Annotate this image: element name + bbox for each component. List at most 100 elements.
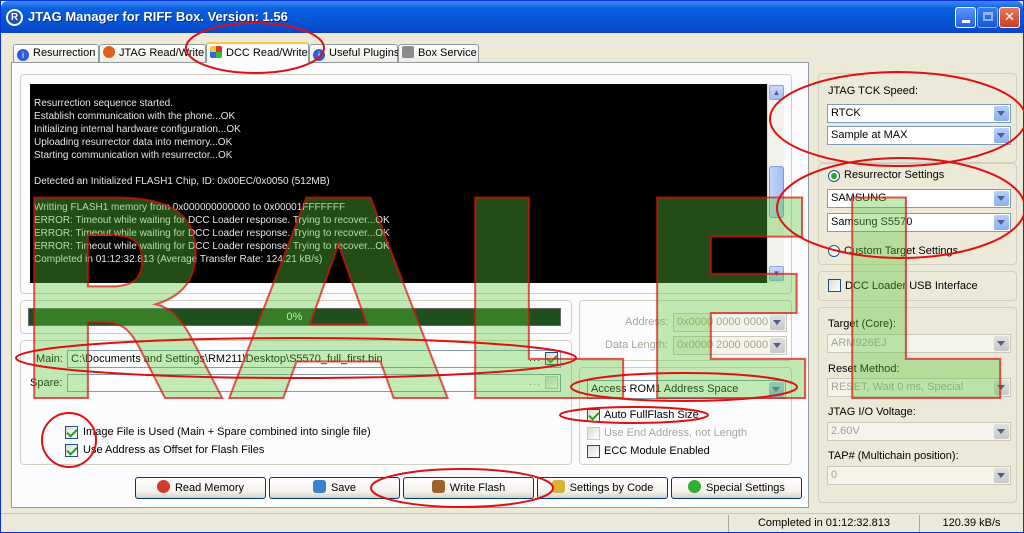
tab-label: DCC Read/Write [226, 47, 308, 59]
spare-file-checkbox[interactable] [545, 376, 558, 389]
io-voltage-select[interactable]: 2.60V [827, 422, 1011, 441]
data-length-field[interactable]: 0x0000 2000 0000 [673, 336, 787, 355]
dropdown-icon[interactable] [994, 468, 1009, 483]
log-console[interactable]: Resurrection sequence started. Establish … [30, 84, 767, 283]
image-file-used-label: Image File is Used (Main + Spare combine… [83, 426, 371, 438]
model-select[interactable]: Samsung S5570 [827, 213, 1011, 232]
dropdown-icon[interactable] [770, 315, 785, 330]
palette-icon [210, 46, 222, 58]
status-bar: Completed in 01:12:32.813 120.39 kB/s [1, 513, 1023, 532]
log-scrollbar[interactable]: ▲ ▼ [767, 84, 784, 283]
read-memory-button[interactable]: Read Memory [135, 477, 266, 499]
special-settings-button[interactable]: Special Settings [671, 477, 802, 499]
minimize-button[interactable] [955, 7, 976, 28]
resurrector-settings-radio[interactable] [828, 170, 840, 182]
use-address-offset-checkbox[interactable] [65, 444, 78, 457]
tab-jtag-read-write[interactable]: JTAG Read/Write [99, 44, 206, 62]
minimize-icon [961, 20, 970, 23]
close-icon: ✕ [1004, 9, 1015, 24]
maximize-button[interactable] [977, 7, 998, 28]
dropdown-icon[interactable] [994, 336, 1009, 351]
dropdown-icon[interactable] [994, 380, 1009, 395]
log-line: Resurrection sequence started. [34, 98, 173, 109]
address-value: 0x0000 0000 0000 [677, 316, 769, 328]
log-line: Establish communication with the phone..… [34, 111, 236, 122]
image-file-used-checkbox[interactable] [65, 426, 78, 439]
scroll-up-icon[interactable]: ▲ [769, 85, 784, 100]
settings-code-icon [551, 480, 565, 493]
info-icon: i [313, 49, 325, 61]
tap-select[interactable]: 0 [827, 466, 1011, 485]
save-icon [312, 480, 326, 493]
dropdown-icon[interactable] [769, 382, 784, 397]
dropdown-icon[interactable] [994, 128, 1009, 143]
dropdown-icon[interactable] [994, 215, 1009, 230]
title-bar[interactable]: R JTAG Manager for RIFF Box. Version: 1.… [1, 1, 1023, 33]
log-line: Detected an Initialized FLASH1 Chip, ID:… [34, 176, 330, 187]
main-file-checkbox[interactable] [545, 352, 558, 365]
log-line: Initializing internal hardware configura… [34, 124, 241, 135]
main-browse-button[interactable]: ... [529, 352, 541, 364]
use-end-address-checkbox[interactable] [587, 427, 600, 440]
auto-fullflash-checkbox[interactable] [587, 409, 600, 422]
progress-bar: 0% [28, 308, 561, 326]
tab-label: Box Service [418, 47, 477, 59]
model-value: Samsung S5570 [831, 216, 913, 228]
right-settings-panel: JTAG TCK Speed: RTCK Sample at MAX Resur… [813, 67, 1017, 508]
address-field[interactable]: 0x0000 0000 0000 [673, 313, 787, 332]
address-space-select[interactable]: Access ROM1 Address Space [587, 380, 786, 399]
save-button[interactable]: Save [269, 477, 400, 499]
target-core-value: ARM926EJ [831, 337, 887, 349]
tab-box-service[interactable]: Box Service [398, 44, 479, 62]
status-transfer-rate: 120.39 kB/s [919, 515, 1023, 532]
special-settings-icon [688, 480, 702, 493]
reset-method-select[interactable]: RESET, Wait 0 ms, Special [827, 378, 1011, 397]
main-file-input[interactable]: C:\Documents and Settings\RM211\Desktop\… [67, 350, 561, 368]
tab-label: Resurrection [33, 47, 96, 59]
tck-speed-select[interactable]: RTCK [827, 104, 1011, 123]
target-core-select[interactable]: ARM926EJ [827, 334, 1011, 353]
main-file-path: C:\Documents and Settings\RM211\Desktop\… [71, 353, 383, 365]
tab-useful-plugins[interactable]: i Useful Plugins [309, 44, 399, 62]
window-title: JTAG Manager for RIFF Box. Version: 1.56 [28, 9, 288, 24]
spare-browse-button[interactable]: ... [529, 376, 541, 388]
special-settings-label: Special Settings [706, 482, 785, 494]
dropdown-icon[interactable] [770, 338, 785, 353]
spare-file-input[interactable] [67, 374, 561, 392]
sample-value: Sample at MAX [831, 129, 908, 141]
spare-file-label: Spare: [30, 377, 63, 389]
read-memory-icon [156, 480, 170, 493]
address-space-value: Access ROM1 Address Space [591, 383, 739, 395]
log-line: Uploading resurrector data into memory..… [34, 137, 233, 148]
app-window: R JTAG Manager for RIFF Box. Version: 1.… [0, 0, 1024, 533]
maximize-icon [982, 12, 993, 21]
tab-label: JTAG Read/Write [119, 47, 205, 59]
write-flash-icon [431, 480, 445, 493]
use-address-offset-label: Use Address as Offset for Flash Files [83, 444, 265, 456]
manufacturer-value: SAMSUNG [831, 192, 887, 204]
write-flash-button[interactable]: Write Flash [403, 477, 534, 499]
custom-target-radio[interactable] [828, 245, 840, 257]
info-icon: i [17, 49, 29, 61]
scroll-down-icon[interactable]: ▼ [769, 266, 784, 281]
tab-dcc-read-write[interactable]: DCC Read/Write [206, 42, 309, 63]
settings-by-code-button[interactable]: Settings by Code [537, 477, 668, 499]
dropdown-icon[interactable] [994, 106, 1009, 121]
auto-fullflash-label: Auto FullFlash Size [604, 409, 699, 421]
sample-select[interactable]: Sample at MAX [827, 126, 1011, 145]
scroll-thumb[interactable] [769, 166, 784, 218]
tab-resurrection[interactable]: i Resurrection [13, 44, 99, 62]
ecc-module-checkbox[interactable] [587, 445, 600, 458]
log-line: ERROR: Timeout while waiting for DCC Loa… [34, 228, 390, 239]
dropdown-icon[interactable] [994, 424, 1009, 439]
manufacturer-select[interactable]: SAMSUNG [827, 189, 1011, 208]
settings-by-code-label: Settings by Code [569, 482, 654, 494]
address-label: Address: [625, 316, 669, 328]
close-button[interactable]: ✕ [999, 7, 1020, 28]
dropdown-icon[interactable] [994, 191, 1009, 206]
riff-logo-icon: R [6, 9, 23, 26]
dcc-loader-usb-checkbox[interactable] [828, 279, 841, 292]
tck-speed-label: JTAG TCK Speed: [828, 85, 919, 97]
